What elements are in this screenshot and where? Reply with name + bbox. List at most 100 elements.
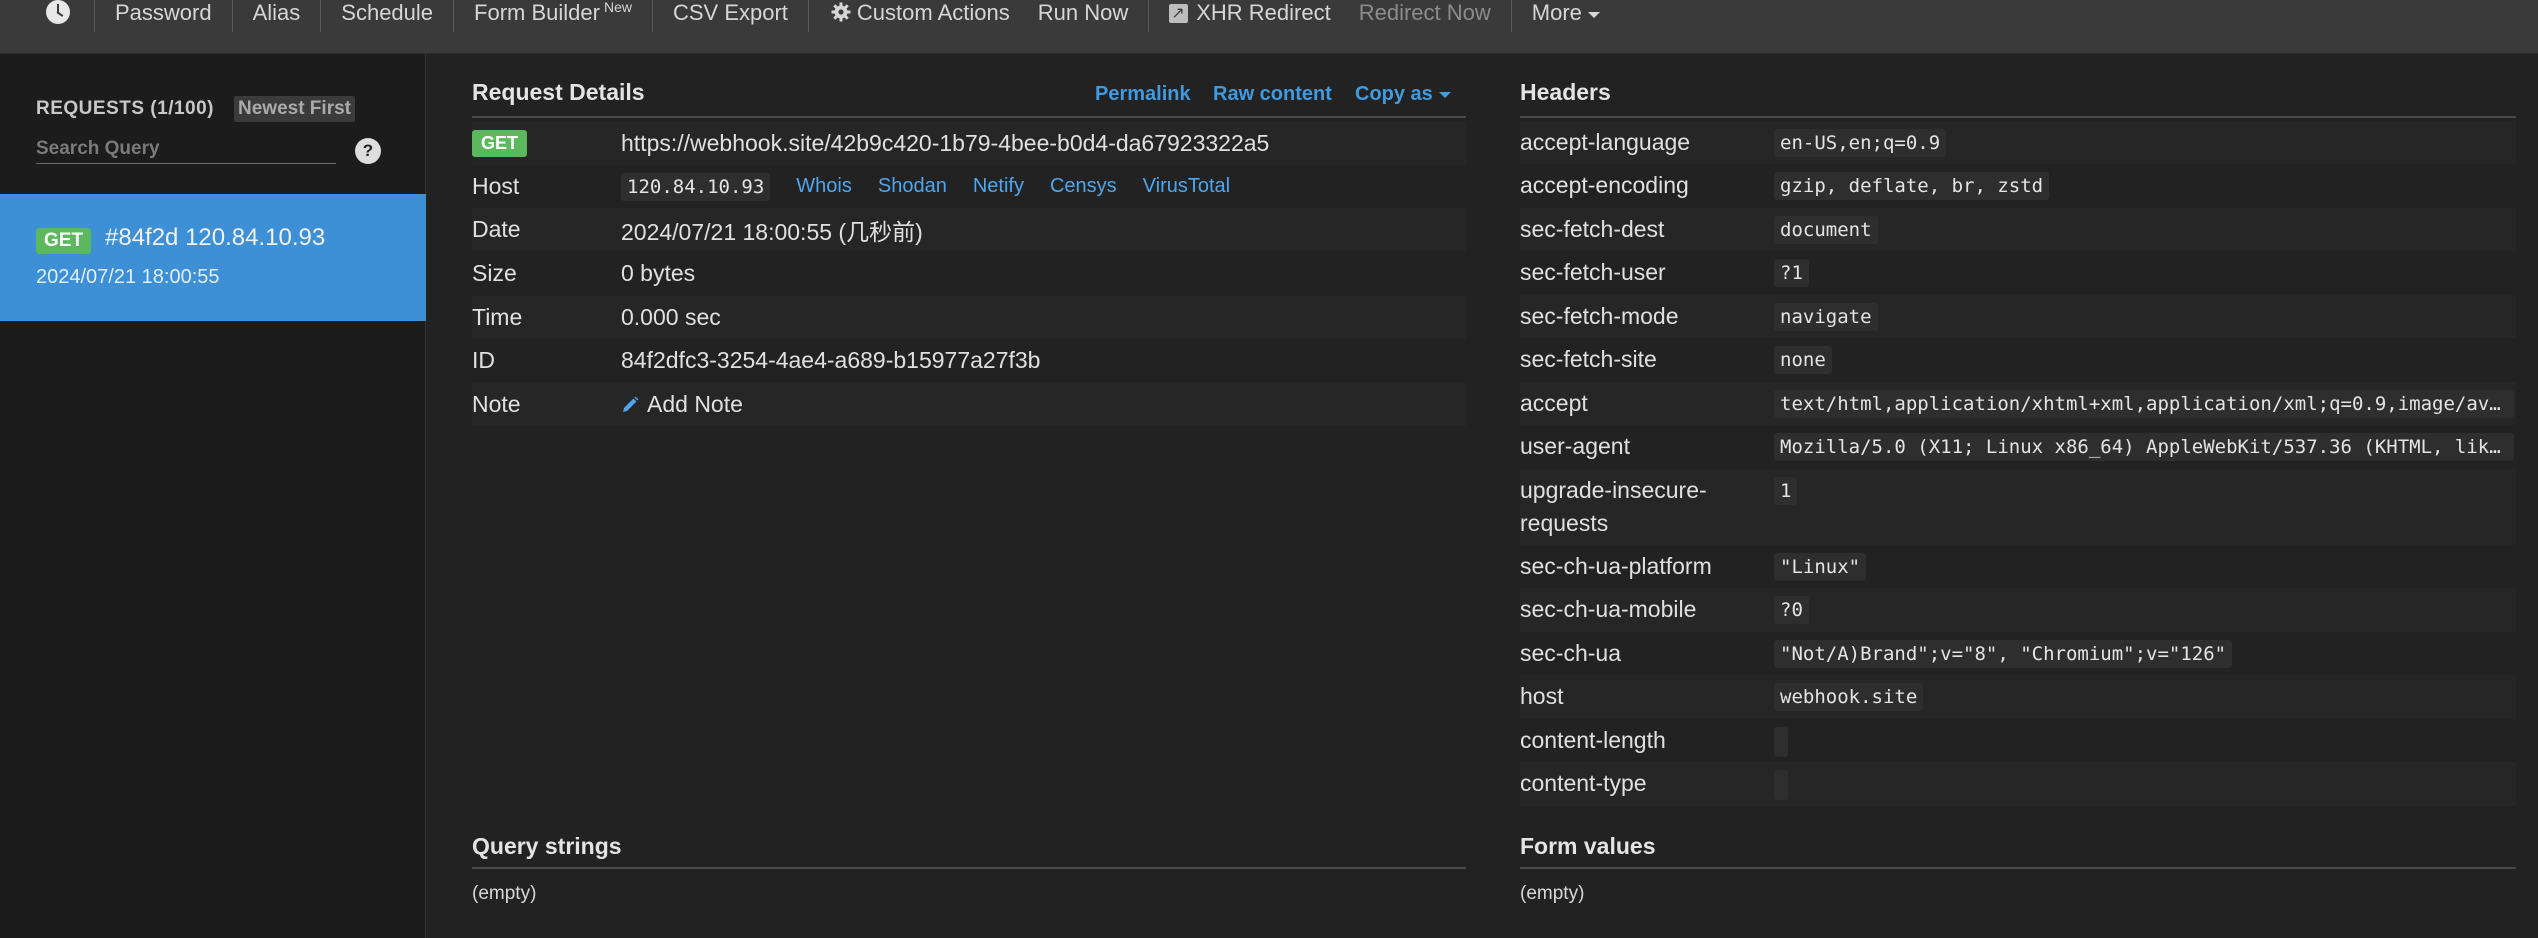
- header-value: webhook.site: [1774, 683, 1924, 711]
- caret-down-icon: [1587, 12, 1600, 18]
- headers-title: Headers: [1520, 79, 1611, 105]
- header-key: upgrade-insecure-requests: [1520, 477, 1707, 536]
- password-label: Password: [115, 0, 212, 25]
- id-row: ID 84f2dfc3-3254-4ae4-a689-b15977a27f3b: [472, 339, 1466, 382]
- header-key: content-length: [1520, 727, 1666, 753]
- date-label: Date: [472, 216, 521, 242]
- method-badge: GET: [36, 228, 92, 254]
- header-key: sec-ch-ua-mobile: [1520, 596, 1697, 622]
- header-key: sec-fetch-site: [1520, 346, 1657, 372]
- note-row: Note Add Note: [472, 383, 1466, 426]
- method-badge: GET: [472, 130, 528, 157]
- header-key: sec-ch-ua-platform: [1520, 553, 1712, 579]
- header-key: accept-language: [1520, 129, 1691, 155]
- header-value: Mozilla/5.0 (X11; Linux x86_64) AppleWeb…: [1774, 433, 2514, 461]
- header-value: [1774, 727, 1788, 757]
- date-row: Date 2024/07/21 18:00:55 (几秒前): [472, 208, 1466, 251]
- form-builder-label: Form Builder: [474, 0, 600, 25]
- run-now-label: Run Now: [1037, 0, 1129, 25]
- clock-icon[interactable]: [46, 0, 70, 24]
- xhr-redirect-button[interactable]: XHR Redirect: [1149, 0, 1350, 34]
- header-key: accept: [1520, 390, 1588, 416]
- help-icon[interactable]: ?: [355, 138, 381, 164]
- gear-icon: [831, 2, 851, 22]
- requests-count: REQUESTS (1/100): [36, 98, 214, 119]
- header-key: content-type: [1520, 770, 1647, 796]
- redirect-now-label: Redirect Now: [1358, 0, 1491, 25]
- custom-actions-button[interactable]: Custom Actions: [809, 0, 1030, 34]
- header-value: document: [1774, 216, 1878, 244]
- header-key: host: [1520, 683, 1564, 709]
- id-label: ID: [472, 347, 495, 373]
- form-builder-button[interactable]: Form Builder New: [454, 0, 652, 34]
- date-value: 2024/07/21 18:00:55 (几秒前): [621, 218, 923, 245]
- section-divider: [1520, 867, 2516, 869]
- schedule-button[interactable]: Schedule: [321, 0, 453, 34]
- alias-label: Alias: [252, 0, 301, 25]
- header-value: ?0: [1774, 596, 1809, 624]
- header-value: none: [1774, 346, 1832, 374]
- header-row: host webhook.site: [1520, 675, 2516, 719]
- header-row: accept-language en-US,en;q=0.9: [1520, 121, 2516, 164]
- virustotal-link[interactable]: VirusTotal: [1143, 175, 1230, 198]
- external-link-icon: [1169, 0, 1189, 26]
- pencil-icon: [623, 396, 639, 412]
- header-row: sec-fetch-user ?1: [1520, 251, 2516, 295]
- censys-link[interactable]: Censys: [1050, 175, 1117, 198]
- header-key: sec-fetch-dest: [1520, 216, 1665, 242]
- more-label: More: [1531, 0, 1582, 25]
- header-value: "Linux": [1774, 553, 1867, 581]
- raw-content-link[interactable]: Raw content: [1213, 83, 1332, 106]
- time-label: Time: [472, 304, 523, 330]
- password-button[interactable]: Password: [95, 0, 232, 34]
- header-value: [1774, 770, 1788, 800]
- shodan-link[interactable]: Shodan: [878, 175, 947, 198]
- csv-export-button[interactable]: CSV Export: [653, 0, 808, 34]
- custom-actions-label: Custom Actions: [856, 0, 1010, 25]
- size-value: 0 bytes: [621, 260, 696, 286]
- redirect-now-button[interactable]: Redirect Now: [1351, 0, 1511, 34]
- header-row: sec-ch-ua-mobile ?0: [1520, 588, 2516, 632]
- id-value: 84f2dfc3-3254-4ae4-a689-b15977a27f3b: [621, 347, 1041, 373]
- url-row: GET https://webhook.site/42b9c420-1b79-4…: [472, 122, 1466, 165]
- request-url-link[interactable]: https://webhook.site/42b9c420-1b79-4bee-…: [621, 130, 1269, 157]
- form-values-empty: (empty): [1520, 883, 1585, 904]
- top-toolbar: Password Alias Schedule Form Builder New …: [0, 0, 2538, 54]
- header-row: content-length: [1520, 719, 2516, 762]
- form-values-title: Form values: [1520, 833, 1656, 859]
- search-query-input[interactable]: [36, 134, 336, 164]
- request-list-item[interactable]: GET #84f2d 120.84.10.93 2024/07/21 18:00…: [0, 194, 426, 321]
- header-row: accept-encoding gzip, deflate, br, zstd: [1520, 164, 2516, 208]
- header-row: upgrade-insecure-requests 1: [1520, 469, 2516, 545]
- copy-as-label: Copy as: [1355, 83, 1433, 105]
- header-value: en-US,en;q=0.9: [1774, 129, 1947, 157]
- header-key: sec-fetch-user: [1520, 259, 1666, 285]
- header-key: sec-ch-ua: [1520, 640, 1621, 666]
- header-value: gzip, deflate, br, zstd: [1774, 172, 2050, 200]
- new-badge: New: [603, 0, 632, 15]
- request-title: #84f2d 120.84.10.93: [105, 224, 326, 251]
- time-value: 0.000 sec: [621, 304, 721, 330]
- header-row: content-type: [1520, 762, 2516, 806]
- header-row: user-agent Mozilla/5.0 (X11; Linux x86_6…: [1520, 425, 2516, 469]
- run-now-button[interactable]: Run Now: [1030, 0, 1148, 34]
- header-row: sec-ch-ua-platform "Linux": [1520, 545, 2516, 588]
- copy-as-dropdown[interactable]: Copy as: [1355, 83, 1451, 106]
- header-value: text/html,application/xhtml+xml,applicat…: [1774, 390, 2514, 418]
- whois-link[interactable]: Whois: [796, 175, 852, 198]
- header-value: 1: [1774, 477, 1798, 505]
- header-row: sec-ch-ua "Not/A)Brand";v="8", "Chromium…: [1520, 632, 2516, 675]
- more-dropdown[interactable]: More: [1512, 0, 1620, 34]
- add-note-label: Add Note: [647, 391, 743, 417]
- alias-button[interactable]: Alias: [233, 0, 321, 34]
- sort-order-toggle[interactable]: Newest First: [234, 96, 355, 122]
- schedule-label: Schedule: [341, 0, 434, 25]
- requests-sidebar: REQUESTS (1/100) Newest First ? GET #84f…: [0, 54, 426, 938]
- header-row: sec-fetch-mode navigate: [1520, 295, 2516, 338]
- netify-link[interactable]: Netify: [973, 175, 1024, 198]
- size-label: Size: [472, 260, 517, 286]
- host-value: 120.84.10.93: [621, 172, 771, 201]
- add-note-button[interactable]: Add Note: [621, 391, 743, 418]
- time-row: Time 0.000 sec: [472, 296, 1466, 339]
- permalink-link[interactable]: Permalink: [1095, 83, 1191, 106]
